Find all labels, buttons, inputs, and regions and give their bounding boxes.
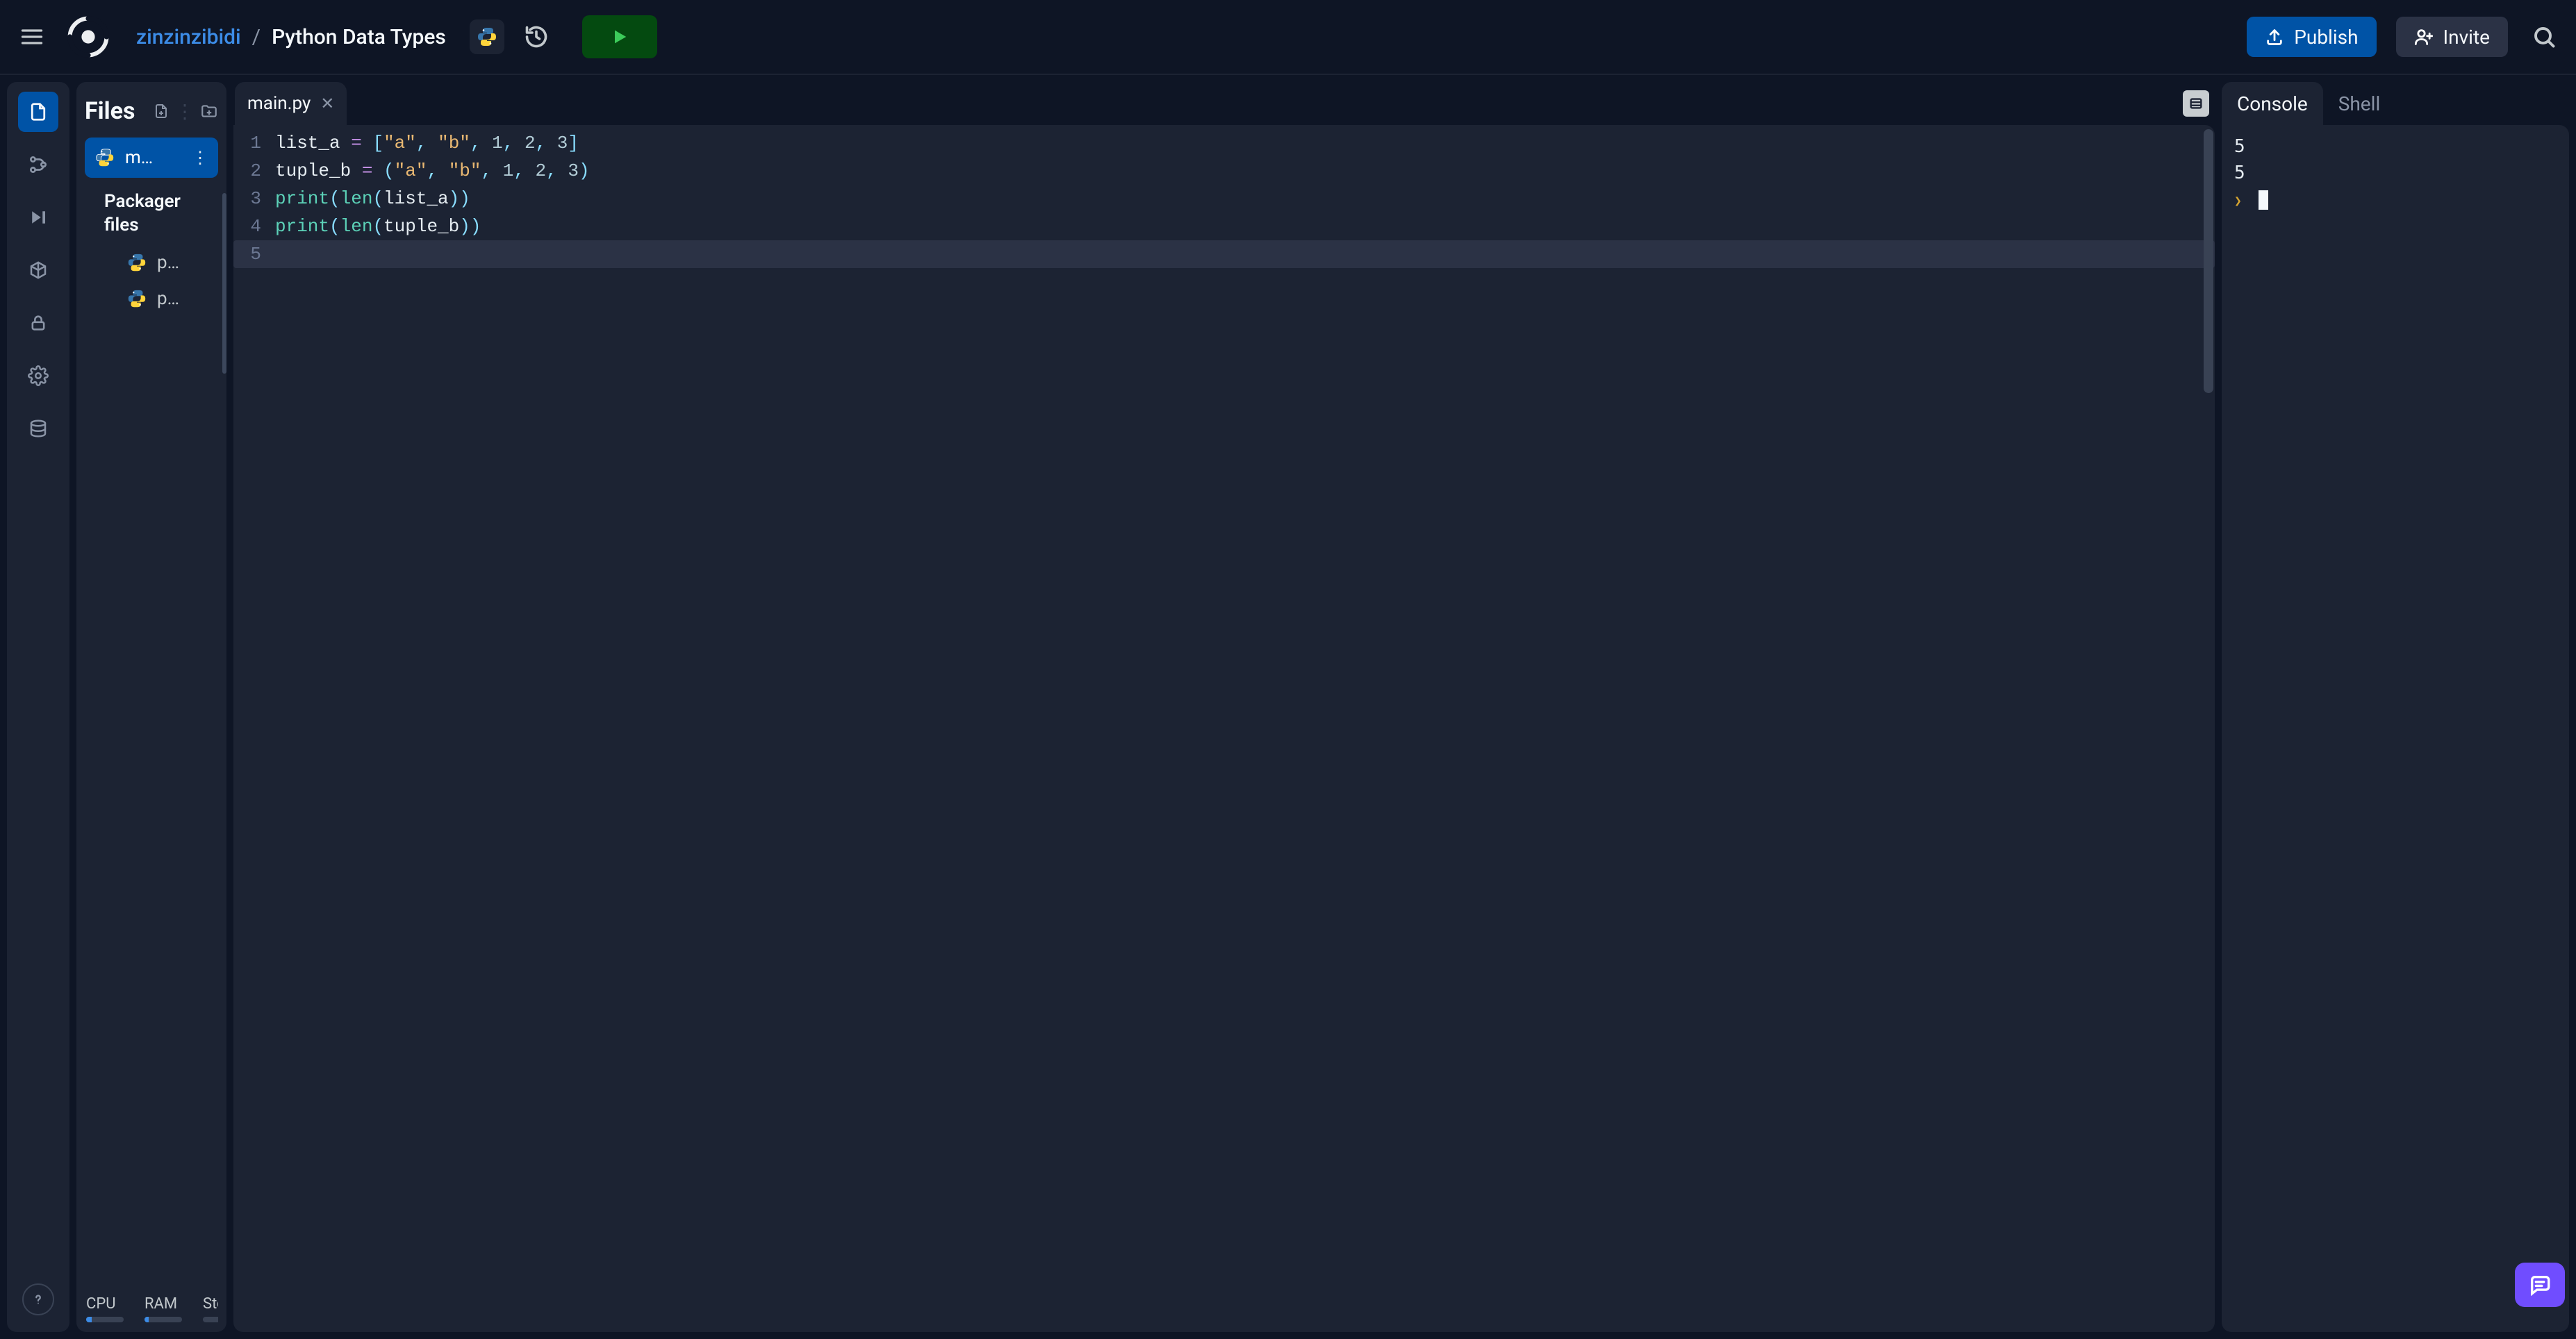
tool-run-to-end[interactable]: [18, 197, 58, 238]
tool-secrets[interactable]: [18, 303, 58, 343]
files-panel: Files ⋮ m… ⋮ Packager files p… p…: [76, 82, 226, 1332]
tool-files[interactable]: [18, 92, 58, 132]
tool-packages[interactable]: [18, 250, 58, 290]
meter-bar: [145, 1317, 182, 1322]
meter-ram: RAM: [145, 1295, 186, 1322]
output-tab-shell[interactable]: Shell: [2323, 82, 2396, 125]
tool-settings[interactable]: [18, 356, 58, 396]
output-tab-console[interactable]: Console: [2222, 82, 2323, 125]
topbar: zinzinzibidi / Python Data Types: [0, 0, 2576, 75]
output-tabs: ConsoleShell: [2222, 82, 2569, 125]
package-label: p…: [157, 252, 179, 273]
upload-icon: [2265, 27, 2284, 47]
line-number: 1: [233, 129, 275, 157]
editor-panel: main.py ✕ 1list_a = ["a", "b", 1, 2, 3]2…: [233, 82, 2215, 1332]
line-number: 3: [233, 185, 275, 213]
meter-label: Sto: [203, 1295, 218, 1313]
console-cursor: [2259, 190, 2268, 210]
meter-bar: [86, 1317, 124, 1322]
python-icon: [126, 288, 147, 309]
files-title: Files: [85, 97, 135, 125]
meter-bar: [203, 1317, 218, 1322]
code-text: tuple_b = ("a", "b", 1, 2, 3): [275, 157, 590, 185]
code-text: print(len(list_a)): [275, 185, 470, 213]
files-header: Files ⋮: [85, 97, 218, 125]
code-text: list_a = ["a", "b", 1, 2, 3]: [275, 129, 579, 157]
editor-layout-button[interactable]: [2183, 90, 2209, 117]
hamburger-menu-button[interactable]: [13, 17, 51, 56]
files-header-sep: ⋮: [175, 100, 195, 123]
console-prompt-icon: ❯: [2234, 194, 2242, 208]
code-line[interactable]: 4print(len(tuple_b)): [233, 213, 2215, 240]
breadcrumb: zinzinzibidi / Python Data Types: [136, 25, 446, 49]
code-editor[interactable]: 1list_a = ["a", "b", 1, 2, 3]2tuple_b = …: [233, 125, 2215, 1332]
code-line[interactable]: 2tuple_b = ("a", "b", 1, 2, 3): [233, 157, 2215, 185]
search-button[interactable]: [2525, 17, 2563, 56]
console-line: 5: [2234, 133, 2557, 160]
files-scrollbar[interactable]: [222, 193, 226, 374]
file-label: m…: [125, 147, 182, 168]
meter-cpu: CPU: [86, 1295, 128, 1322]
output-panel: ConsoleShell 55 ❯: [2222, 82, 2569, 1332]
package-item[interactable]: p…: [85, 281, 218, 317]
console-line: 5: [2234, 160, 2557, 186]
tool-version-control[interactable]: [18, 144, 58, 185]
code-line[interactable]: 5: [233, 240, 2215, 268]
python-icon: [126, 252, 147, 273]
tool-database[interactable]: [18, 408, 58, 449]
replit-logo[interactable]: [64, 13, 113, 61]
chat-icon: [2528, 1273, 2552, 1297]
package-label: p…: [157, 288, 179, 309]
breadcrumb-project[interactable]: Python Data Types: [272, 25, 446, 49]
python-icon: [94, 147, 115, 168]
console-body[interactable]: 55 ❯: [2222, 125, 2569, 1332]
toolstrip: [7, 82, 69, 1332]
invite-icon: [2414, 27, 2434, 47]
editor-scrollbar[interactable]: [2204, 129, 2213, 393]
publish-label: Publish: [2294, 26, 2358, 49]
file-item[interactable]: m… ⋮: [85, 138, 218, 178]
meter-label: CPU: [86, 1295, 128, 1313]
resource-meters: CPU RAM Sto: [85, 1288, 218, 1326]
code-line[interactable]: 1list_a = ["a", "b", 1, 2, 3]: [233, 129, 2215, 157]
new-folder-button[interactable]: [200, 102, 218, 120]
editor-tab-main[interactable]: main.py ✕: [235, 82, 347, 125]
run-button[interactable]: [582, 15, 657, 58]
editor-tab-label: main.py: [247, 93, 311, 114]
invite-button[interactable]: Invite: [2396, 17, 2508, 57]
chat-fab[interactable]: [2515, 1263, 2565, 1307]
breadcrumb-user[interactable]: zinzinzibidi: [136, 25, 241, 49]
code-text: print(len(tuple_b)): [275, 213, 481, 240]
history-button[interactable]: [517, 17, 556, 56]
close-tab-button[interactable]: ✕: [320, 94, 334, 113]
tool-help[interactable]: [22, 1283, 54, 1315]
line-number: 5: [233, 240, 275, 268]
main-area: Files ⋮ m… ⋮ Packager files p… p…: [0, 75, 2576, 1339]
editor-tabs: main.py ✕: [233, 82, 2215, 125]
package-item[interactable]: p…: [85, 244, 218, 281]
publish-button[interactable]: Publish: [2247, 17, 2376, 57]
breadcrumb-separator: /: [252, 25, 261, 49]
file-more-button[interactable]: ⋮: [192, 148, 208, 167]
line-number: 4: [233, 213, 275, 240]
search-icon: [2532, 24, 2557, 49]
new-file-button[interactable]: [153, 103, 170, 119]
code-line[interactable]: 3print(len(list_a)): [233, 185, 2215, 213]
packager-section-title: Packager files: [104, 190, 215, 238]
meter-sto: Sto: [203, 1295, 218, 1322]
meter-label: RAM: [145, 1295, 186, 1313]
language-chip-python[interactable]: [470, 19, 504, 54]
invite-label: Invite: [2443, 26, 2490, 49]
line-number: 2: [233, 157, 275, 185]
